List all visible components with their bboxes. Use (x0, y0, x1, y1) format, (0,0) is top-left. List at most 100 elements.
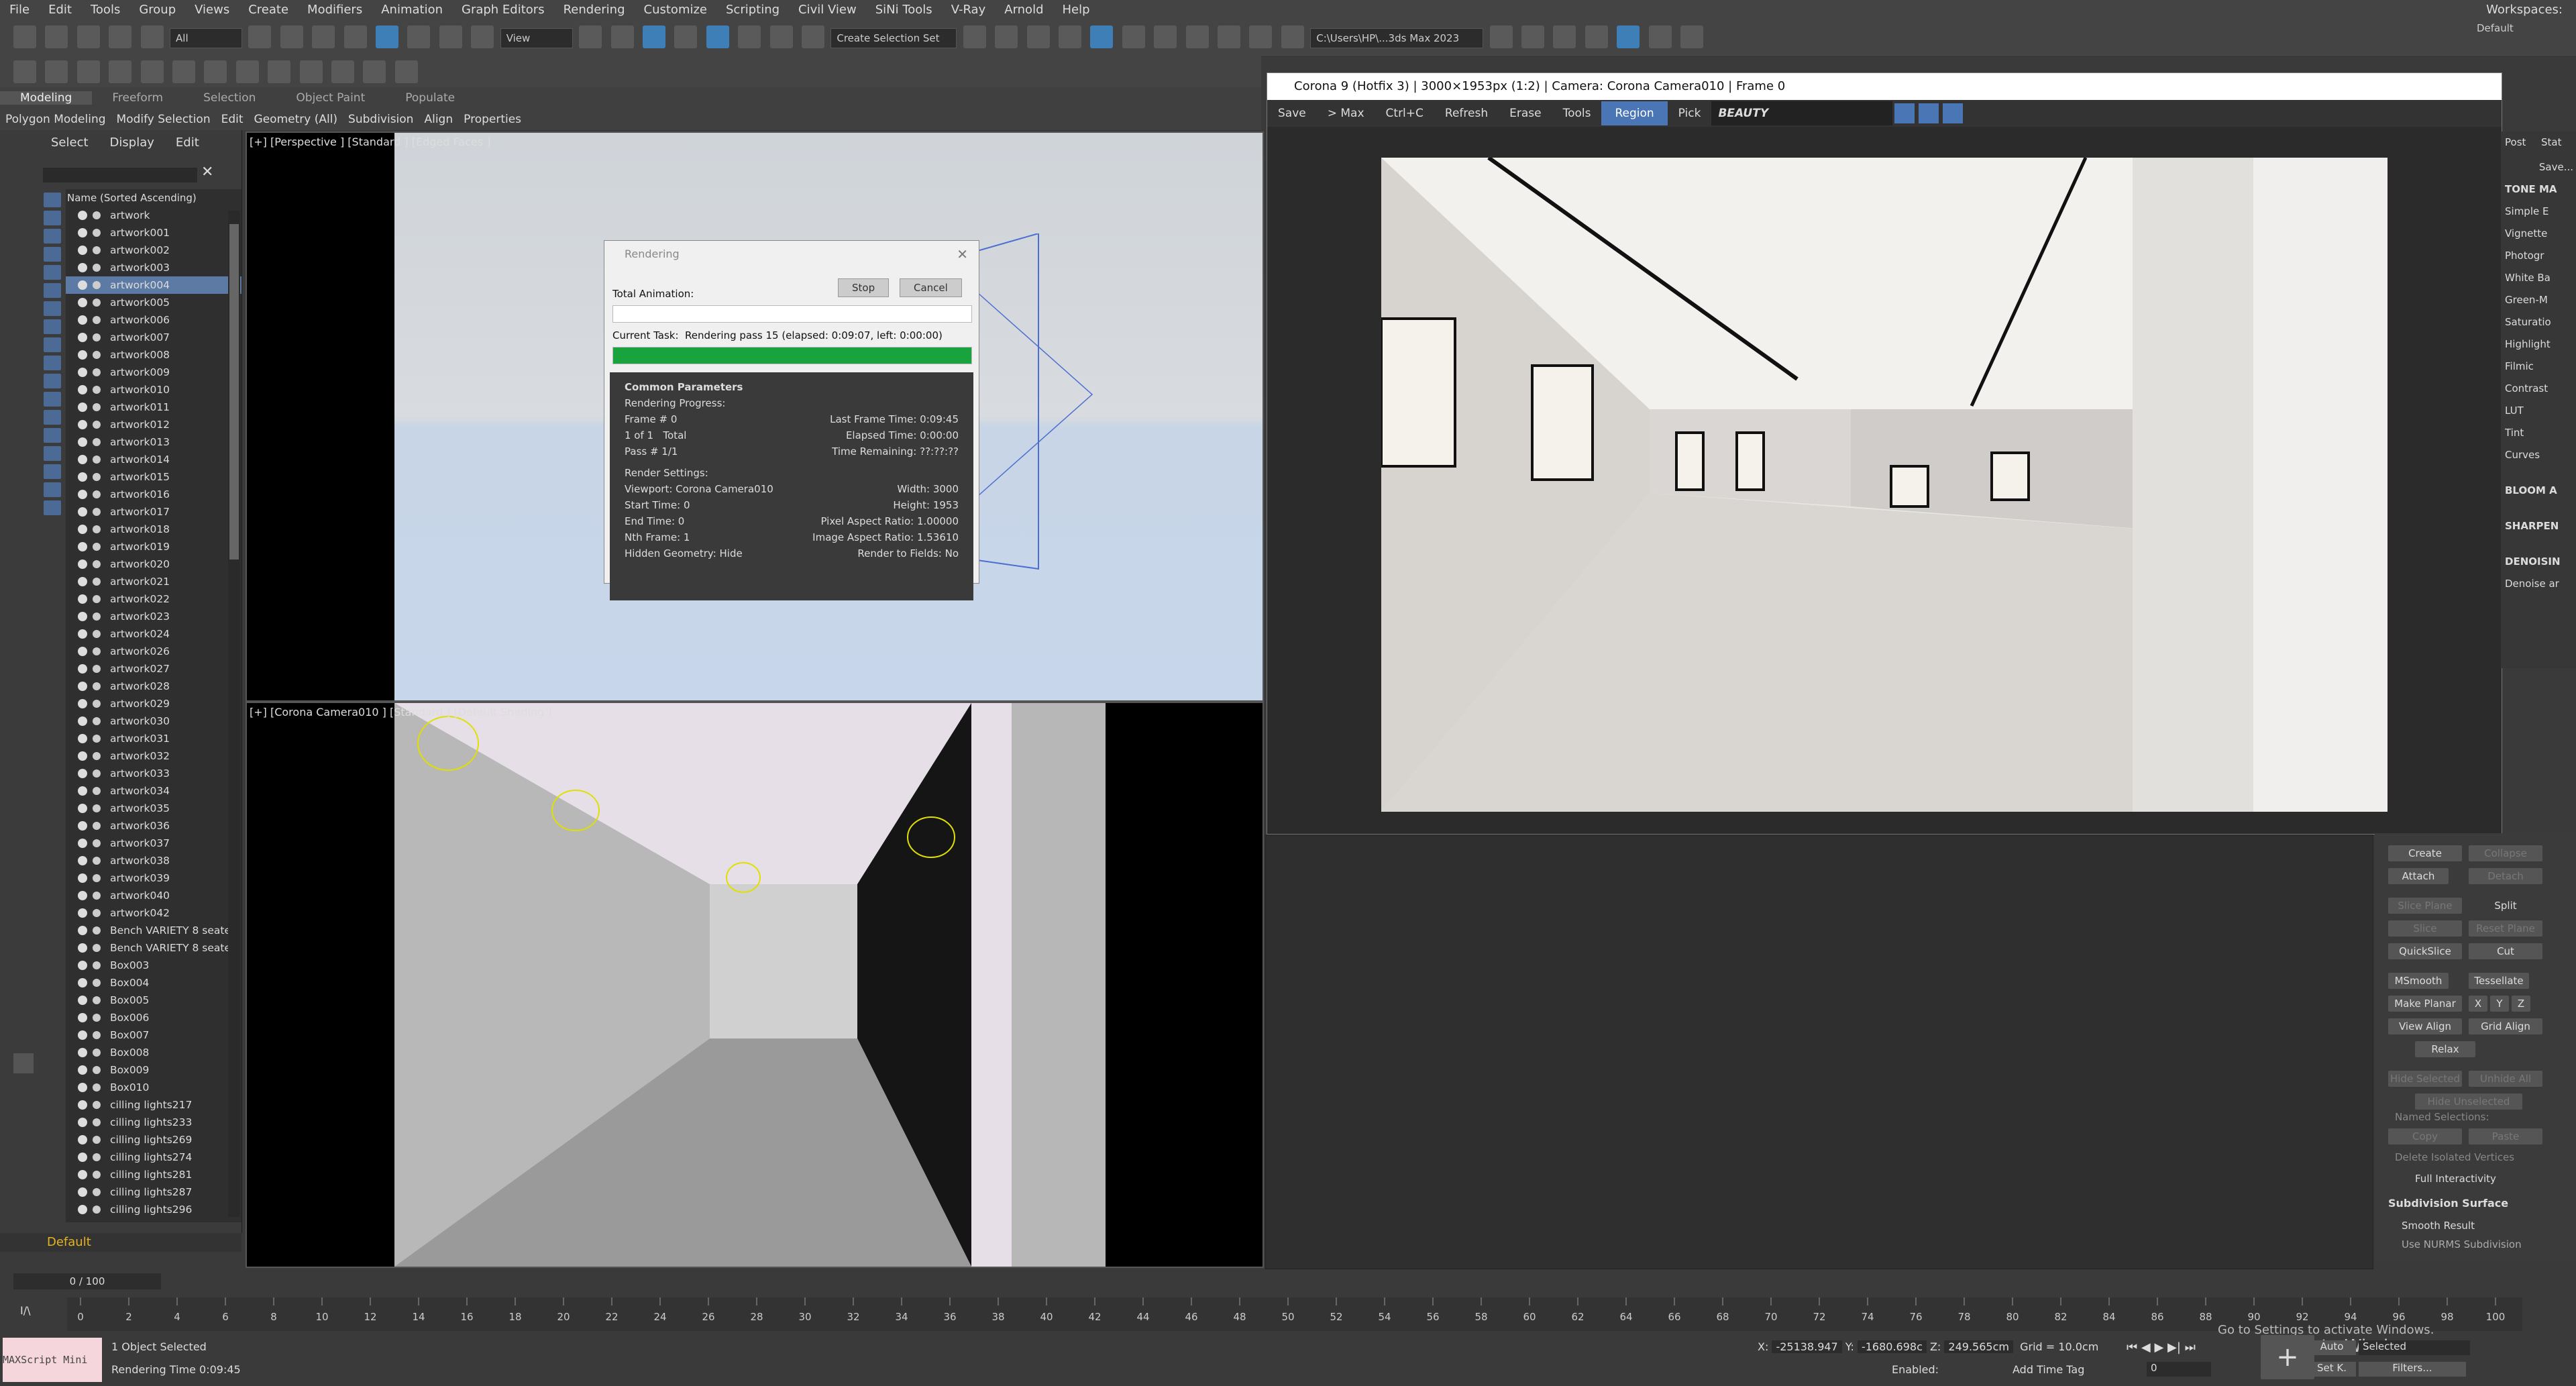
freeze-icon[interactable] (93, 560, 101, 568)
list-item[interactable]: Box006 (66, 1009, 241, 1026)
visibility-icon[interactable] (78, 943, 87, 953)
menu-views[interactable]: Views (185, 3, 239, 17)
list-item[interactable]: cilling lights296 (66, 1201, 241, 1218)
rendered-frame-window-icon[interactable] (1249, 25, 1273, 48)
post-section-header[interactable]: SHARPEN (2501, 515, 2576, 537)
freeze-icon[interactable] (93, 456, 101, 464)
visibility-icon[interactable] (78, 1083, 87, 1092)
scatter-icon[interactable] (140, 60, 164, 83)
visibility-icon[interactable] (78, 629, 87, 639)
freeze-icon[interactable] (93, 543, 101, 551)
visibility-icon[interactable] (78, 786, 87, 796)
list-item[interactable]: artwork013 (66, 433, 241, 451)
save-file-icon[interactable] (1521, 25, 1545, 48)
freeze-icon[interactable] (93, 996, 101, 1004)
visibility-icon[interactable] (78, 751, 87, 761)
freeze-icon[interactable] (93, 490, 101, 498)
curve-editor-icon[interactable] (1122, 25, 1145, 48)
viewport-label[interactable]: [+] [Corona Camera010 ] [Standard ] [Def… (250, 706, 552, 718)
visibility-icon[interactable] (78, 1100, 87, 1110)
list-item[interactable]: artwork020 (66, 555, 241, 573)
tone-operator-checkbox[interactable]: Tint (2501, 422, 2576, 444)
freeze-icon[interactable] (93, 1206, 101, 1214)
list-item[interactable]: artwork035 (66, 800, 241, 817)
place-icon[interactable] (471, 25, 494, 48)
scene-explorer-icon[interactable] (1090, 25, 1114, 48)
ribbon-panel-geometry-all-[interactable]: Geometry (All) (249, 113, 343, 126)
scene-menu-edit[interactable]: Edit (165, 136, 210, 150)
merge-icon[interactable] (1553, 25, 1576, 48)
visibility-icon[interactable] (78, 699, 87, 708)
freeze-icon[interactable] (93, 508, 101, 516)
material-editor-icon[interactable] (1185, 25, 1209, 48)
freeze-icon[interactable] (93, 229, 101, 237)
menu-edit[interactable]: Edit (39, 3, 81, 17)
freeze-icon[interactable] (93, 351, 101, 359)
helpers-filter-icon[interactable] (44, 283, 61, 298)
freeze-icon[interactable] (93, 316, 101, 324)
visibility-icon[interactable] (78, 926, 87, 935)
list-item[interactable]: artwork019 (66, 538, 241, 555)
menu-animation[interactable]: Animation (372, 3, 452, 17)
freeze-icon[interactable] (93, 1083, 101, 1091)
freeze-icon[interactable] (93, 839, 101, 847)
mirror-icon[interactable] (963, 25, 986, 48)
freeze-icon[interactable] (93, 473, 101, 481)
freeze-icon[interactable] (93, 1171, 101, 1179)
visibility-icon[interactable] (78, 263, 87, 272)
visibility-icon[interactable] (78, 804, 87, 813)
freeze-icon[interactable] (93, 822, 101, 830)
list-item[interactable]: cilling lights287 (66, 1183, 241, 1201)
menu-tools[interactable]: Tools (81, 3, 129, 17)
sun-icon[interactable] (109, 60, 132, 83)
camera-icon[interactable] (76, 60, 100, 83)
cancel-button[interactable]: Cancel (900, 278, 962, 297)
list-item[interactable]: artwork008 (66, 346, 241, 364)
schematic-view-icon[interactable] (1154, 25, 1177, 48)
visibility-icon[interactable] (78, 664, 87, 674)
rendered-image[interactable] (1381, 158, 2387, 812)
tone-operator-checkbox[interactable]: Curves (2501, 444, 2576, 466)
visibility-icon[interactable] (78, 472, 87, 482)
list-item[interactable]: artwork042 (66, 904, 241, 922)
close-icon[interactable]: ✕ (201, 164, 213, 180)
ribbon-tab-modeling[interactable]: Modeling (0, 91, 93, 105)
visibility-icon[interactable] (78, 1187, 87, 1197)
list-item[interactable]: artwork021 (66, 573, 241, 590)
find-icon[interactable] (44, 482, 61, 497)
make-planar-button[interactable]: Make Planar (2388, 996, 2462, 1012)
import-icon[interactable] (1585, 25, 1608, 48)
visibility-icon[interactable] (78, 211, 87, 220)
vfb-tools-button[interactable]: Tools (1552, 107, 1602, 120)
tone-operator-checkbox[interactable]: Simple E (2501, 201, 2576, 223)
freeze-icon[interactable] (93, 717, 101, 725)
visibility-icon[interactable] (78, 612, 87, 621)
list-item[interactable]: artwork006 (66, 311, 241, 329)
list-item[interactable]: artwork027 (66, 660, 241, 678)
tone-operator-checkbox[interactable]: Green-M (2501, 289, 2576, 311)
bind-space-warp-icon[interactable] (140, 25, 164, 48)
visibility-icon[interactable] (78, 350, 87, 360)
vfb--max-button[interactable]: > Max (1317, 107, 1375, 120)
post-section-header[interactable]: BLOOM A (2501, 480, 2576, 502)
key-filter-dropdown[interactable]: Selected (2359, 1340, 2470, 1355)
spacewarps-filter-icon[interactable] (44, 301, 61, 316)
list-item[interactable]: artwork017 (66, 503, 241, 521)
material-library-icon[interactable] (268, 60, 291, 83)
link-icon[interactable] (76, 25, 100, 48)
freeze-icon[interactable] (93, 682, 101, 690)
set-key-button[interactable]: Set K. (2308, 1362, 2356, 1377)
menu-civil-view[interactable]: Civil View (789, 3, 866, 17)
freeze-icon[interactable] (93, 961, 101, 969)
freeze-icon[interactable] (93, 211, 101, 219)
list-item[interactable]: artwork016 (66, 486, 241, 503)
freeze-icon[interactable] (93, 595, 101, 603)
list-item[interactable]: artwork007 (66, 329, 241, 346)
close-icon[interactable]: ✕ (957, 246, 968, 262)
cameras-filter-icon[interactable] (44, 265, 61, 280)
xrefs-filter-icon[interactable] (44, 337, 61, 352)
selection-filter-dropdown[interactable]: All (170, 28, 243, 48)
subdivision-surface-header[interactable]: Subdivision Surface (2388, 1197, 2508, 1210)
detach-button[interactable]: Detach (2469, 868, 2542, 884)
quickslice-button[interactable]: QuickSlice (2388, 943, 2462, 959)
